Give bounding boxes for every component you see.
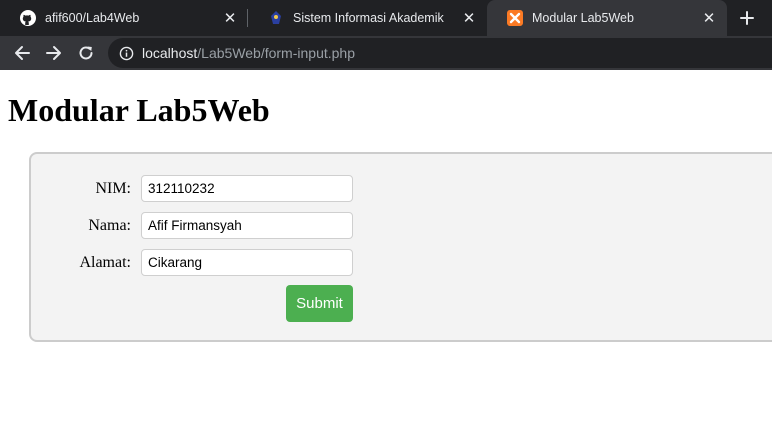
nim-field[interactable] bbox=[141, 175, 353, 202]
nama-label: Nama: bbox=[88, 216, 131, 234]
input-form: NIM: Nama: Alamat: Submit bbox=[29, 152, 772, 342]
tab-title: Modular Lab5Web bbox=[532, 11, 634, 25]
tab-github[interactable]: afif600/Lab4Web ✕ bbox=[0, 0, 248, 36]
form-row-nama: Nama: bbox=[31, 212, 353, 239]
alamat-label: Alamat: bbox=[79, 253, 131, 271]
address-bar[interactable]: localhost/Lab5Web/form-input.php bbox=[108, 38, 772, 68]
url-host: localhost bbox=[142, 45, 198, 61]
tab-sistem-informasi[interactable]: Sistem Informasi Akademik ✕ bbox=[248, 0, 487, 36]
reload-button[interactable] bbox=[74, 41, 98, 65]
tab-strip: afif600/Lab4Web ✕ Sistem Informasi Akade… bbox=[0, 0, 772, 36]
url-text: localhost/Lab5Web/form-input.php bbox=[142, 45, 355, 61]
back-button[interactable] bbox=[10, 41, 34, 65]
plus-icon bbox=[740, 11, 754, 25]
university-logo-icon bbox=[268, 10, 284, 26]
arrow-left-icon bbox=[15, 46, 30, 60]
alamat-field[interactable] bbox=[141, 249, 353, 276]
close-icon[interactable]: ✕ bbox=[461, 10, 477, 27]
new-tab-button[interactable] bbox=[735, 6, 759, 30]
arrow-right-icon bbox=[46, 46, 61, 60]
form-row-alamat: Alamat: bbox=[31, 249, 353, 276]
info-icon[interactable] bbox=[118, 45, 134, 61]
reload-icon bbox=[79, 46, 93, 60]
page-title: Modular Lab5Web bbox=[8, 92, 270, 128]
github-icon bbox=[20, 10, 36, 26]
close-icon[interactable]: ✕ bbox=[222, 10, 238, 27]
submit-button[interactable]: Submit bbox=[286, 285, 353, 322]
form-row-nim: NIM: bbox=[31, 175, 353, 202]
tab-title: Sistem Informasi Akademik bbox=[293, 11, 444, 25]
xampp-icon bbox=[507, 10, 523, 26]
close-icon[interactable]: ✕ bbox=[701, 10, 717, 27]
browser-toolbar: localhost/Lab5Web/form-input.php bbox=[0, 36, 772, 70]
url-path: /Lab5Web/form-input.php bbox=[197, 45, 355, 61]
nim-label: NIM: bbox=[95, 179, 131, 197]
tab-modular-lab5web[interactable]: Modular Lab5Web ✕ bbox=[487, 0, 727, 36]
page-content: Modular Lab5Web NIM: Nama: Alamat: Submi… bbox=[0, 70, 772, 432]
forward-button[interactable] bbox=[42, 41, 66, 65]
tab-title: afif600/Lab4Web bbox=[45, 11, 140, 25]
nama-field[interactable] bbox=[141, 212, 353, 239]
